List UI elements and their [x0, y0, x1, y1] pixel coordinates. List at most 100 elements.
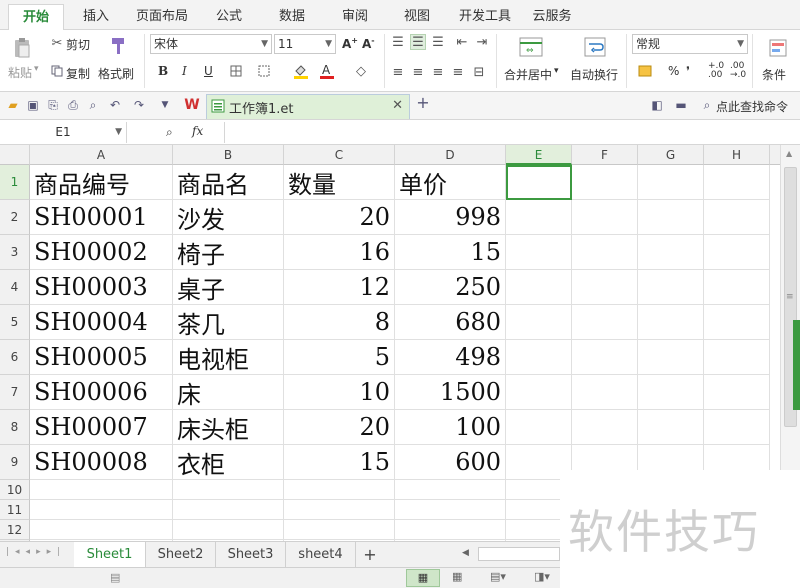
insert-function-button[interactable]: fx: [192, 124, 203, 138]
table-cell[interactable]: [704, 165, 770, 200]
chevron-down-icon[interactable]: ▼: [115, 122, 122, 143]
table-cell[interactable]: [638, 305, 704, 340]
font-color-icon[interactable]: A: [318, 62, 336, 80]
format-painter-button[interactable]: 格式刷: [98, 65, 134, 82]
indent-decrease-icon[interactable]: ⇤: [454, 34, 470, 50]
currency-icon[interactable]: [636, 63, 654, 79]
decrease-decimal-icon[interactable]: .00 →.0: [730, 62, 746, 80]
align-middle-icon[interactable]: ☰: [410, 34, 426, 50]
table-cell[interactable]: SH00008: [30, 445, 173, 480]
table-cell[interactable]: 15: [284, 445, 395, 480]
table-cell[interactable]: [395, 520, 506, 540]
table-cell[interactable]: [638, 270, 704, 305]
save-icon[interactable]: ▣: [26, 98, 40, 112]
thousands-separator-icon[interactable]: ❜: [686, 64, 690, 78]
tab-insert[interactable]: 插入: [70, 4, 122, 30]
table-cell[interactable]: [704, 375, 770, 410]
paste-icon[interactable]: [10, 36, 34, 60]
distributed-icon[interactable]: ⊟: [470, 64, 488, 80]
add-sheet-button[interactable]: +: [356, 542, 384, 567]
comment-icon[interactable]: ▬: [674, 98, 688, 112]
row-header-9[interactable]: 9: [0, 445, 30, 480]
align-left-icon[interactable]: ≡: [390, 64, 406, 80]
column-header-g[interactable]: G: [638, 145, 704, 165]
table-cell[interactable]: [704, 340, 770, 375]
table-cell[interactable]: 998: [395, 200, 506, 235]
share-icon[interactable]: ◧: [650, 98, 664, 112]
table-cell[interactable]: [572, 270, 638, 305]
row-header-8[interactable]: 8: [0, 410, 30, 445]
select-all-corner[interactable]: [0, 145, 30, 165]
table-cell[interactable]: 衣柜: [173, 445, 284, 480]
table-cell[interactable]: SH00003: [30, 270, 173, 305]
table-header-cell[interactable]: 单价: [395, 165, 506, 200]
align-bottom-icon[interactable]: ☰: [430, 34, 446, 50]
table-cell[interactable]: 20: [284, 410, 395, 445]
table-cell[interactable]: 15: [395, 235, 506, 270]
table-cell[interactable]: 床: [173, 375, 284, 410]
command-search-button[interactable]: 点此查找命令: [716, 98, 788, 115]
format-painter-icon[interactable]: [106, 34, 130, 58]
table-cell[interactable]: SH00001: [30, 200, 173, 235]
new-tab-icon[interactable]: +: [416, 95, 430, 111]
table-cell[interactable]: 8: [284, 305, 395, 340]
table-cell[interactable]: 电视柜: [173, 340, 284, 375]
sheet-tab-sheet1[interactable]: Sheet1: [74, 542, 146, 567]
table-cell[interactable]: [395, 480, 506, 500]
page-break-view-icon[interactable]: ▤▾: [490, 570, 506, 583]
table-cell[interactable]: [572, 375, 638, 410]
table-header-cell[interactable]: 商品名: [173, 165, 284, 200]
table-cell[interactable]: [506, 200, 572, 235]
align-right-icon[interactable]: ≡: [430, 64, 446, 80]
table-cell[interactable]: 10: [284, 375, 395, 410]
scroll-up-icon[interactable]: ▲: [786, 149, 792, 158]
align-top-icon[interactable]: ☰: [390, 34, 406, 50]
close-icon[interactable]: ✕: [392, 98, 403, 113]
row-header-12[interactable]: 12: [0, 520, 30, 540]
decrease-font-icon[interactable]: A-: [362, 36, 375, 51]
table-cell[interactable]: [572, 305, 638, 340]
table-cell[interactable]: [704, 200, 770, 235]
table-cell[interactable]: [173, 520, 284, 540]
scroll-left-icon[interactable]: ◀: [462, 548, 469, 558]
column-header-h[interactable]: H: [704, 145, 770, 165]
side-panel-toggle[interactable]: [793, 320, 800, 410]
percent-button[interactable]: %: [668, 64, 679, 78]
table-cell[interactable]: SH00004: [30, 305, 173, 340]
column-header-c[interactable]: C: [284, 145, 395, 165]
table-cell[interactable]: [572, 235, 638, 270]
row-header-3[interactable]: 3: [0, 235, 30, 270]
tab-formulas[interactable]: 公式: [204, 4, 254, 30]
row-header-5[interactable]: 5: [0, 305, 30, 340]
name-box[interactable]: E1 ▼: [0, 122, 127, 143]
table-cell[interactable]: [395, 500, 506, 520]
tab-review[interactable]: 审阅: [330, 4, 380, 30]
table-cell[interactable]: [506, 375, 572, 410]
tab-page-layout[interactable]: 页面布局: [130, 4, 194, 30]
tab-developer[interactable]: 开发工具: [454, 4, 516, 30]
table-cell[interactable]: [173, 500, 284, 520]
export-pdf-icon[interactable]: ⎘: [46, 98, 60, 112]
row-header-1[interactable]: 1: [0, 165, 30, 200]
bold-icon[interactable]: B: [158, 64, 168, 78]
table-cell[interactable]: 1500: [395, 375, 506, 410]
table-cell[interactable]: 5: [284, 340, 395, 375]
table-cell[interactable]: 600: [395, 445, 506, 480]
fill-color-icon[interactable]: [292, 62, 310, 80]
normal-view-icon[interactable]: ▦: [406, 569, 440, 587]
column-header-b[interactable]: B: [173, 145, 284, 165]
align-center-icon[interactable]: ≡: [410, 64, 426, 80]
table-cell[interactable]: 498: [395, 340, 506, 375]
conditional-format-icon[interactable]: [766, 36, 790, 60]
tab-view[interactable]: 视图: [392, 4, 442, 30]
underline-icon[interactable]: U: [204, 64, 213, 78]
table-cell[interactable]: [506, 340, 572, 375]
border-icon[interactable]: [228, 64, 244, 78]
column-header-d[interactable]: D: [395, 145, 506, 165]
tab-cloud[interactable]: 云服务: [526, 4, 578, 30]
table-cell[interactable]: 16: [284, 235, 395, 270]
table-cell[interactable]: [30, 520, 173, 540]
increase-font-icon[interactable]: A+: [342, 36, 358, 51]
print-icon[interactable]: ⎙: [66, 98, 80, 112]
paste-button[interactable]: 粘贴: [8, 64, 32, 81]
